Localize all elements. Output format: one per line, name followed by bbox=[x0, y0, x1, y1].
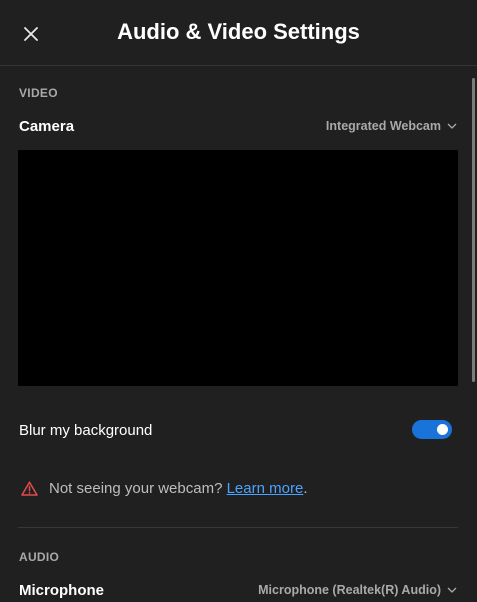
blur-background-toggle[interactable] bbox=[412, 420, 452, 439]
toggle-knob bbox=[437, 424, 448, 435]
learn-more-link[interactable]: Learn more bbox=[227, 480, 304, 497]
scrollbar[interactable] bbox=[472, 78, 475, 382]
camera-preview bbox=[18, 150, 458, 386]
camera-label: Camera bbox=[19, 118, 75, 135]
webcam-warning: Not seeing your webcam? Learn more . bbox=[21, 480, 307, 497]
video-section-label: VIDEO bbox=[19, 86, 58, 100]
camera-select-value: Integrated Webcam bbox=[325, 119, 441, 133]
microphone-select[interactable]: Microphone (Realtek(R) Audio) bbox=[258, 583, 457, 597]
warning-suffix: . bbox=[303, 480, 308, 497]
chevron-down-icon bbox=[447, 587, 457, 593]
warning-triangle-icon bbox=[21, 481, 38, 496]
microphone-select-value: Microphone (Realtek(R) Audio) bbox=[258, 583, 441, 597]
microphone-label: Microphone bbox=[19, 582, 104, 599]
section-divider bbox=[18, 527, 458, 528]
camera-select[interactable]: Integrated Webcam bbox=[326, 119, 457, 133]
blur-background-label: Blur my background bbox=[19, 422, 153, 439]
dialog-title: Audio & Video Settings bbox=[117, 19, 360, 44]
audio-section-label: AUDIO bbox=[19, 550, 60, 564]
warning-text: Not seeing your webcam? bbox=[49, 480, 227, 497]
chevron-down-icon bbox=[447, 123, 457, 129]
dialog-header: Audio & Video Settings bbox=[0, 0, 477, 66]
